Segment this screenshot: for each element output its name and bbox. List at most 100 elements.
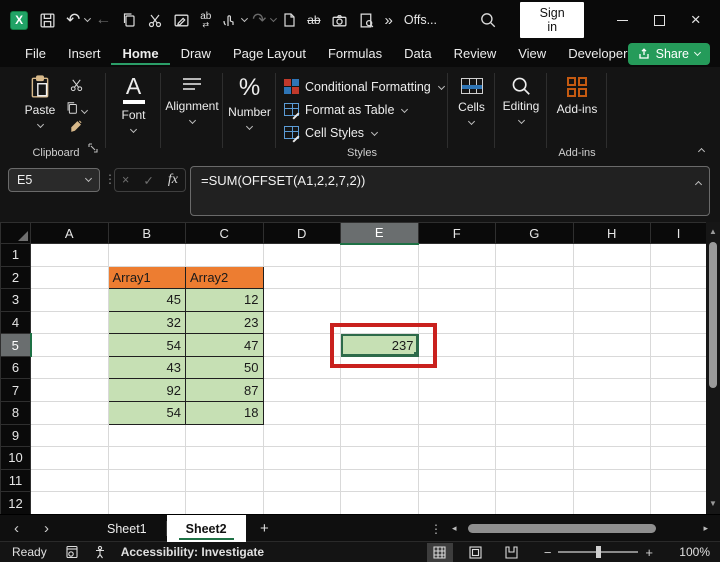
sign-in-button[interactable]: Sign in bbox=[520, 2, 584, 38]
cell[interactable] bbox=[418, 244, 496, 267]
share-button[interactable]: Share bbox=[628, 43, 710, 65]
cell[interactable] bbox=[496, 492, 574, 515]
col-header-H[interactable]: H bbox=[573, 223, 651, 244]
row-header-3[interactable]: 3 bbox=[1, 289, 31, 312]
horizontal-scrollbar-thumb[interactable] bbox=[468, 524, 656, 533]
font-group-button[interactable]: A Font bbox=[106, 67, 161, 162]
print-preview-icon[interactable] bbox=[358, 8, 375, 32]
cell[interactable] bbox=[651, 356, 707, 379]
cell[interactable] bbox=[263, 424, 341, 447]
cell[interactable] bbox=[341, 266, 419, 289]
cell[interactable] bbox=[651, 469, 707, 492]
page-layout-view-button[interactable] bbox=[463, 543, 489, 562]
zoom-slider[interactable] bbox=[558, 551, 638, 553]
cell[interactable] bbox=[263, 492, 341, 515]
cell[interactable] bbox=[496, 244, 574, 267]
font-dropdown-icon[interactable] bbox=[130, 126, 137, 133]
cell[interactable] bbox=[31, 379, 109, 402]
cell[interactable] bbox=[263, 469, 341, 492]
row-header-5[interactable]: 5 bbox=[1, 334, 31, 357]
editing-dropdown-icon[interactable] bbox=[517, 117, 524, 124]
cell[interactable] bbox=[31, 244, 109, 267]
row-header-1[interactable]: 1 bbox=[1, 244, 31, 267]
format-painter-button[interactable] bbox=[69, 119, 84, 139]
cell[interactable] bbox=[651, 492, 707, 515]
cell[interactable] bbox=[186, 447, 264, 470]
cell[interactable] bbox=[573, 289, 651, 312]
cell[interactable] bbox=[418, 469, 496, 492]
row-header-4[interactable]: 4 bbox=[1, 311, 31, 334]
editing-group-button[interactable]: Editing bbox=[495, 67, 547, 162]
accessibility-status[interactable]: Accessibility: Investigate bbox=[121, 545, 264, 559]
undo-icon[interactable]: ↶ bbox=[66, 8, 80, 32]
cell[interactable] bbox=[263, 402, 341, 425]
tab-home[interactable]: Home bbox=[111, 42, 169, 66]
cell[interactable] bbox=[418, 379, 496, 402]
cell[interactable] bbox=[31, 447, 109, 470]
cell[interactable] bbox=[31, 424, 109, 447]
cell-B2[interactable]: Array1 bbox=[108, 266, 186, 289]
zoom-in-button[interactable]: + bbox=[638, 545, 660, 560]
cell-C8[interactable]: 18 bbox=[186, 402, 264, 425]
cell[interactable] bbox=[263, 311, 341, 334]
cell[interactable] bbox=[341, 469, 419, 492]
maximize-button[interactable] bbox=[645, 7, 674, 33]
col-header-A[interactable]: A bbox=[31, 223, 109, 244]
cell[interactable] bbox=[496, 289, 574, 312]
cell-styles-button[interactable]: Cell Styles bbox=[284, 121, 377, 144]
col-header-D[interactable]: D bbox=[263, 223, 341, 244]
name-box[interactable]: E5 bbox=[8, 168, 100, 192]
tab-draw[interactable]: Draw bbox=[170, 42, 222, 66]
cell[interactable] bbox=[573, 402, 651, 425]
tab-formulas[interactable]: Formulas bbox=[317, 42, 393, 66]
close-button[interactable]: × bbox=[681, 7, 710, 33]
select-all-corner[interactable] bbox=[1, 223, 31, 244]
paste-dropdown-icon[interactable] bbox=[36, 121, 43, 128]
cell[interactable] bbox=[263, 334, 341, 357]
row-header-2[interactable]: 2 bbox=[1, 266, 31, 289]
cell[interactable] bbox=[573, 379, 651, 402]
zoom-slider-thumb[interactable] bbox=[596, 546, 601, 558]
excel-logo-icon[interactable]: X bbox=[10, 11, 28, 30]
cell[interactable] bbox=[573, 244, 651, 267]
cell-C3[interactable]: 12 bbox=[186, 289, 264, 312]
tab-view[interactable]: View bbox=[507, 42, 557, 66]
clipboard-dialog-launcher-icon[interactable] bbox=[88, 140, 98, 158]
tab-data[interactable]: Data bbox=[393, 42, 442, 66]
formula-input[interactable]: =SUM(OFFSET(A1,2,2,7,2)) bbox=[190, 166, 710, 216]
new-file-icon[interactable] bbox=[281, 8, 297, 32]
cell[interactable] bbox=[496, 447, 574, 470]
cell[interactable] bbox=[418, 447, 496, 470]
cell[interactable] bbox=[263, 447, 341, 470]
cell-C5[interactable]: 47 bbox=[186, 334, 264, 357]
scroll-up-icon[interactable]: ▲ bbox=[706, 225, 720, 239]
cell[interactable] bbox=[31, 402, 109, 425]
copy-dropdown-icon[interactable] bbox=[81, 107, 88, 114]
cell-C4[interactable]: 23 bbox=[186, 311, 264, 334]
col-header-G[interactable]: G bbox=[496, 223, 574, 244]
cell[interactable] bbox=[263, 379, 341, 402]
cell[interactable] bbox=[418, 402, 496, 425]
cell-B7[interactable]: 92 bbox=[108, 379, 186, 402]
cell[interactable] bbox=[186, 244, 264, 267]
cell-C7[interactable]: 87 bbox=[186, 379, 264, 402]
undo-dropdown-icon[interactable] bbox=[84, 15, 91, 22]
normal-view-button[interactable] bbox=[427, 543, 453, 562]
cell-B5[interactable]: 54 bbox=[108, 334, 186, 357]
paste-button[interactable]: Paste bbox=[25, 75, 56, 139]
replace-icon[interactable]: ab⇄ bbox=[200, 8, 211, 32]
save-icon[interactable] bbox=[39, 8, 56, 32]
cell[interactable] bbox=[31, 469, 109, 492]
accessibility-icon[interactable] bbox=[93, 545, 107, 559]
tab-developer[interactable]: Developer bbox=[557, 42, 638, 66]
cut-icon[interactable] bbox=[147, 8, 163, 32]
row-header-11[interactable]: 11 bbox=[1, 469, 31, 492]
cells-dropdown-icon[interactable] bbox=[468, 118, 475, 125]
tab-overflow-icon[interactable]: ⋮ bbox=[430, 515, 442, 542]
more-commands-icon[interactable]: » bbox=[385, 8, 393, 32]
cell[interactable] bbox=[496, 424, 574, 447]
cell[interactable] bbox=[31, 266, 109, 289]
minimize-button[interactable] bbox=[608, 7, 637, 33]
copy-icon[interactable] bbox=[121, 8, 137, 32]
conditional-formatting-button[interactable]: Conditional Formatting bbox=[284, 75, 444, 98]
